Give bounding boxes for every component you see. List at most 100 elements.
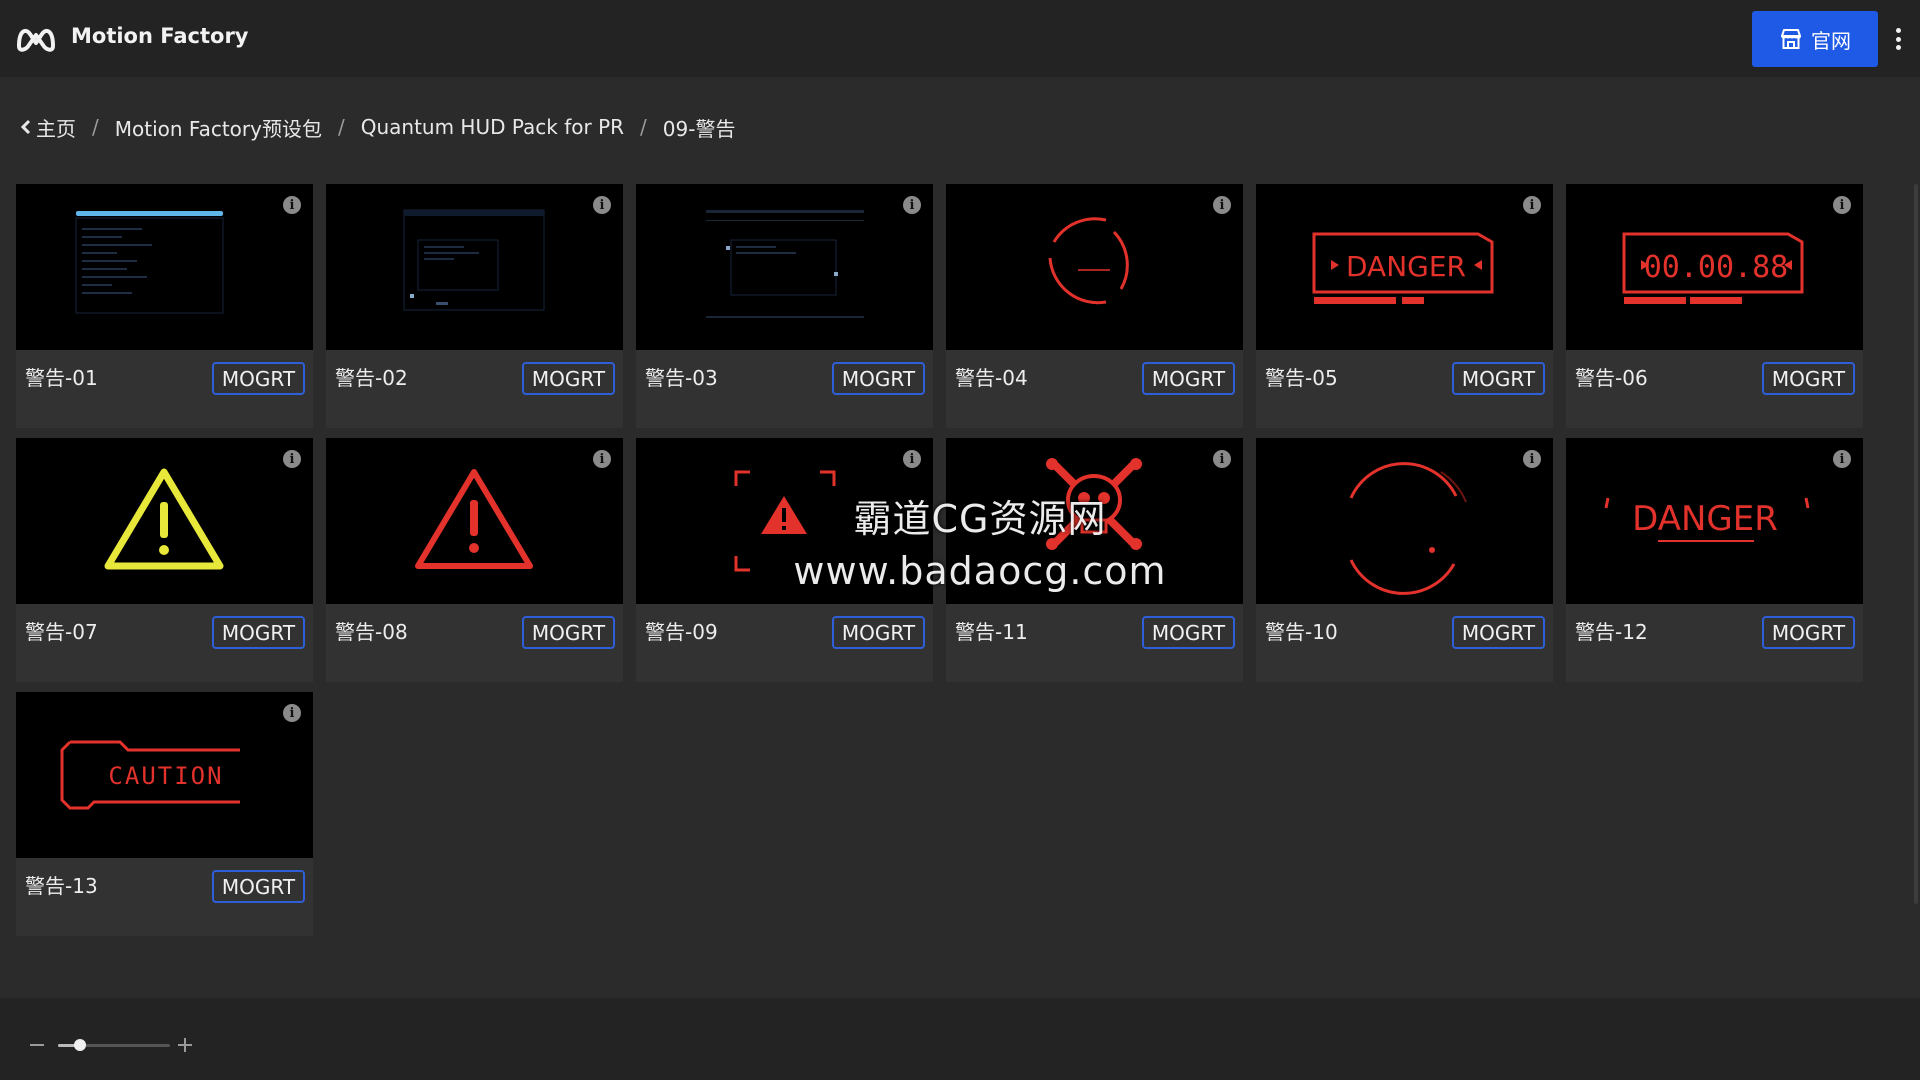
info-icon[interactable]: i [903, 450, 921, 468]
preset-card[interactable]: i 警告-01 MOGRT [16, 184, 313, 428]
caution-frame-preview: CAUTION [60, 740, 240, 810]
info-icon[interactable]: i [283, 704, 301, 722]
caution-text: CAUTION [108, 762, 223, 790]
breadcrumb-item-preset-pack[interactable]: Motion Factory预设包 [115, 113, 322, 142]
breadcrumb-separator: / [92, 115, 99, 139]
mogrt-badge: MOGRT [522, 616, 615, 649]
preset-thumbnail: i [946, 184, 1243, 350]
preset-thumbnail: i [946, 438, 1243, 604]
vertical-scrollbar[interactable] [1914, 184, 1918, 904]
preset-card[interactable]: i 警告-04 MOGRT [946, 184, 1243, 428]
preset-thumbnail: i [636, 184, 933, 350]
zoom-slider[interactable] [58, 1039, 170, 1051]
danger-text: DANGER [1346, 250, 1466, 283]
preset-thumbnail: i [326, 184, 623, 350]
danger-frame-preview: DANGER [1312, 232, 1494, 304]
mogrt-badge: MOGRT [832, 616, 925, 649]
info-icon[interactable]: i [1213, 450, 1231, 468]
breadcrumb-separator: / [337, 115, 345, 139]
timer-text: 00.00.88 [1644, 250, 1789, 285]
preset-name: 警告-12 [1575, 620, 1648, 644]
preset-card[interactable]: i 警告-03 MOGRT [636, 184, 933, 428]
preset-name: 警告-04 [955, 366, 1028, 390]
preset-name: 警告-03 [645, 366, 718, 390]
preset-card[interactable]: i 警告-07 MOGRT [16, 438, 313, 682]
preset-name: 警告-01 [25, 366, 98, 390]
preset-name: 警告-09 [645, 620, 718, 644]
preset-card[interactable]: i 警告-10 MOGRT [1256, 438, 1553, 682]
storefront-icon [1781, 29, 1801, 49]
zoom-in-icon[interactable] [178, 1038, 192, 1052]
danger-text: DANGER [1632, 499, 1778, 539]
app-header: Motion Factory 官网 [0, 0, 1920, 77]
preset-card[interactable]: DANGER i 警告-12 MOGRT [1566, 438, 1863, 682]
preset-thumbnail: i [326, 438, 623, 604]
info-icon[interactable]: i [283, 196, 301, 214]
breadcrumb: 主页 / Motion Factory预设包 / Quantum HUD Pac… [20, 112, 735, 142]
preset-name: 警告-05 [1265, 366, 1338, 390]
info-icon[interactable]: i [593, 196, 611, 214]
red-arc-ring-preview [1349, 462, 1467, 595]
preset-name: 警告-11 [955, 620, 1028, 644]
mogrt-badge: MOGRT [212, 616, 305, 649]
info-icon[interactable]: i [1833, 196, 1851, 214]
mogrt-badge: MOGRT [1452, 616, 1545, 649]
info-icon[interactable]: i [1213, 196, 1231, 214]
red-warning-triangle-preview [415, 469, 533, 569]
mogrt-badge: MOGRT [212, 870, 305, 903]
official-site-button[interactable]: 官网 [1752, 11, 1878, 67]
breadcrumb-item-current: 09-警告 [662, 116, 736, 141]
info-icon[interactable]: i [1523, 196, 1541, 214]
mogrt-badge: MOGRT [1762, 616, 1855, 649]
breadcrumb-separator: / [640, 115, 647, 139]
preset-name: 警告-13 [25, 874, 98, 898]
breadcrumb-home[interactable]: 主页 [20, 113, 76, 142]
preset-thumbnail: DANGER i [1256, 184, 1553, 350]
preset-card[interactable]: DANGER i 警告-05 MOGRT [1256, 184, 1553, 428]
preset-name: 警告-10 [1265, 620, 1338, 644]
preset-thumbnail: CAUTION i [16, 692, 313, 858]
info-icon[interactable]: i [903, 196, 921, 214]
mogrt-badge: MOGRT [1452, 362, 1545, 395]
mogrt-badge: MOGRT [1142, 362, 1235, 395]
mogrt-badge: MOGRT [212, 362, 305, 395]
mogrt-badge: MOGRT [522, 362, 615, 395]
preset-name: 警告-07 [25, 620, 98, 644]
preset-card[interactable]: i 警告-09 MOGRT [636, 438, 933, 682]
zoom-out-icon[interactable] [30, 1044, 44, 1046]
zoom-slider-handle[interactable] [74, 1039, 87, 1051]
info-icon[interactable]: i [1523, 450, 1541, 468]
footer-bar [0, 998, 1920, 1080]
preset-name: 警告-06 [1575, 366, 1648, 390]
preset-card[interactable]: i 警告-08 MOGRT [326, 438, 623, 682]
more-vertical-icon[interactable] [1890, 24, 1906, 54]
preset-grid: i 警告-01 MOGRT i 警告-02 MOGRT i 警告-03 MOGR… [16, 184, 1863, 936]
preset-name: 警告-08 [335, 620, 408, 644]
preset-thumbnail: i [1256, 438, 1553, 604]
preset-thumbnail: i [636, 438, 933, 604]
preset-card[interactable]: i 警告-02 MOGRT [326, 184, 623, 428]
breadcrumb-item-hud-pack[interactable]: Quantum HUD Pack for PR [361, 115, 624, 139]
hud-terminal-preview [75, 211, 224, 314]
danger-text-preview: DANGER [1604, 497, 1810, 542]
info-icon[interactable]: i [1833, 450, 1851, 468]
mogrt-badge: MOGRT [1762, 362, 1855, 395]
timer-frame-preview: 00.00.88 [1622, 232, 1804, 304]
motion-factory-logo[interactable] [16, 22, 56, 54]
hud-window-preview [403, 209, 545, 311]
chevron-left-icon [20, 119, 31, 135]
info-icon[interactable]: i [593, 450, 611, 468]
preset-card[interactable]: i 警告-11 MOGRT [946, 438, 1243, 682]
app-title: Motion Factory [71, 24, 249, 48]
mogrt-badge: MOGRT [1142, 616, 1235, 649]
preset-card[interactable]: 00.00.88 i 警告-06 MOGRT [1566, 184, 1863, 428]
hud-panel-preview [706, 210, 864, 318]
preset-card[interactable]: CAUTION i 警告-13 MOGRT [16, 692, 313, 936]
info-icon[interactable]: i [283, 450, 301, 468]
preset-thumbnail: i [16, 438, 313, 604]
red-warning-bracket-preview [734, 470, 836, 572]
preset-thumbnail: DANGER i [1566, 438, 1863, 604]
skull-crossbones-preview [1046, 458, 1142, 550]
preset-thumbnail: 00.00.88 i [1566, 184, 1863, 350]
preset-name: 警告-02 [335, 366, 408, 390]
